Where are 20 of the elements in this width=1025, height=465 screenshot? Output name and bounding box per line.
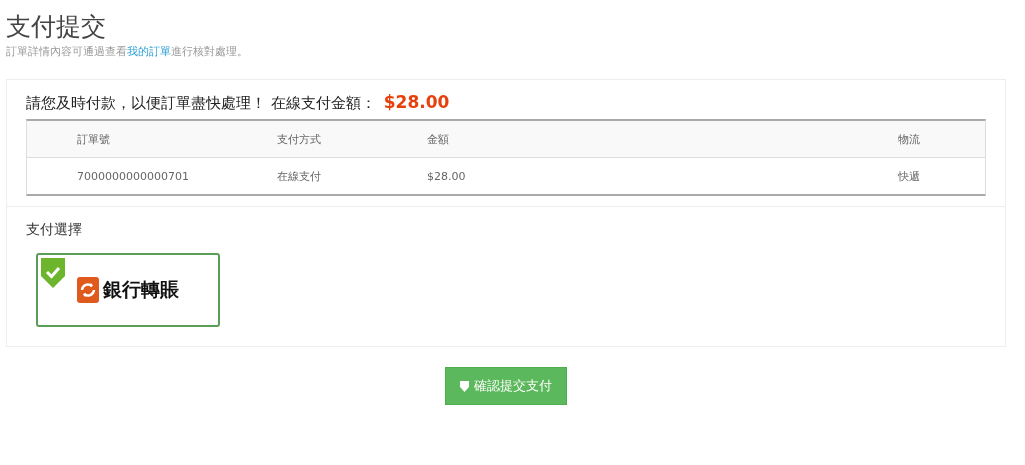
payment-amount: $28.00 — [383, 92, 450, 112]
my-orders-link[interactable]: 我的訂單 — [127, 45, 171, 57]
column-header: 訂單號 — [77, 131, 111, 147]
page-subtitle: 訂單詳情內容可通過查看我的訂單進行核對處理。 — [6, 44, 249, 58]
bank-transfer-icon — [77, 277, 99, 303]
shield-icon — [460, 380, 469, 392]
table-cell-text: 在線支付 — [277, 168, 322, 184]
column-header: 金額 — [427, 131, 450, 147]
payment-option[interactable]: 銀行轉賬 — [36, 253, 220, 327]
column-header: 支付方式 — [277, 131, 322, 147]
table-cell-text: 快遞 — [898, 168, 921, 184]
table-cell-text: $28.00 — [427, 169, 467, 183]
column-header: 物流 — [898, 131, 921, 147]
check-shield-icon — [41, 258, 65, 288]
option-label: 銀行轉賬 — [103, 277, 179, 302]
submit-payment-button[interactable]: 確認提交支付 — [445, 367, 567, 405]
payment-notice: 請您及時付款，以便訂單盡快處理！ 在線支付金額： — [26, 94, 376, 113]
section-title: 支付選擇 — [26, 221, 83, 239]
table-cell-text: 7000000000000701 — [77, 169, 190, 183]
page-title: 支付提交 — [6, 11, 107, 43]
